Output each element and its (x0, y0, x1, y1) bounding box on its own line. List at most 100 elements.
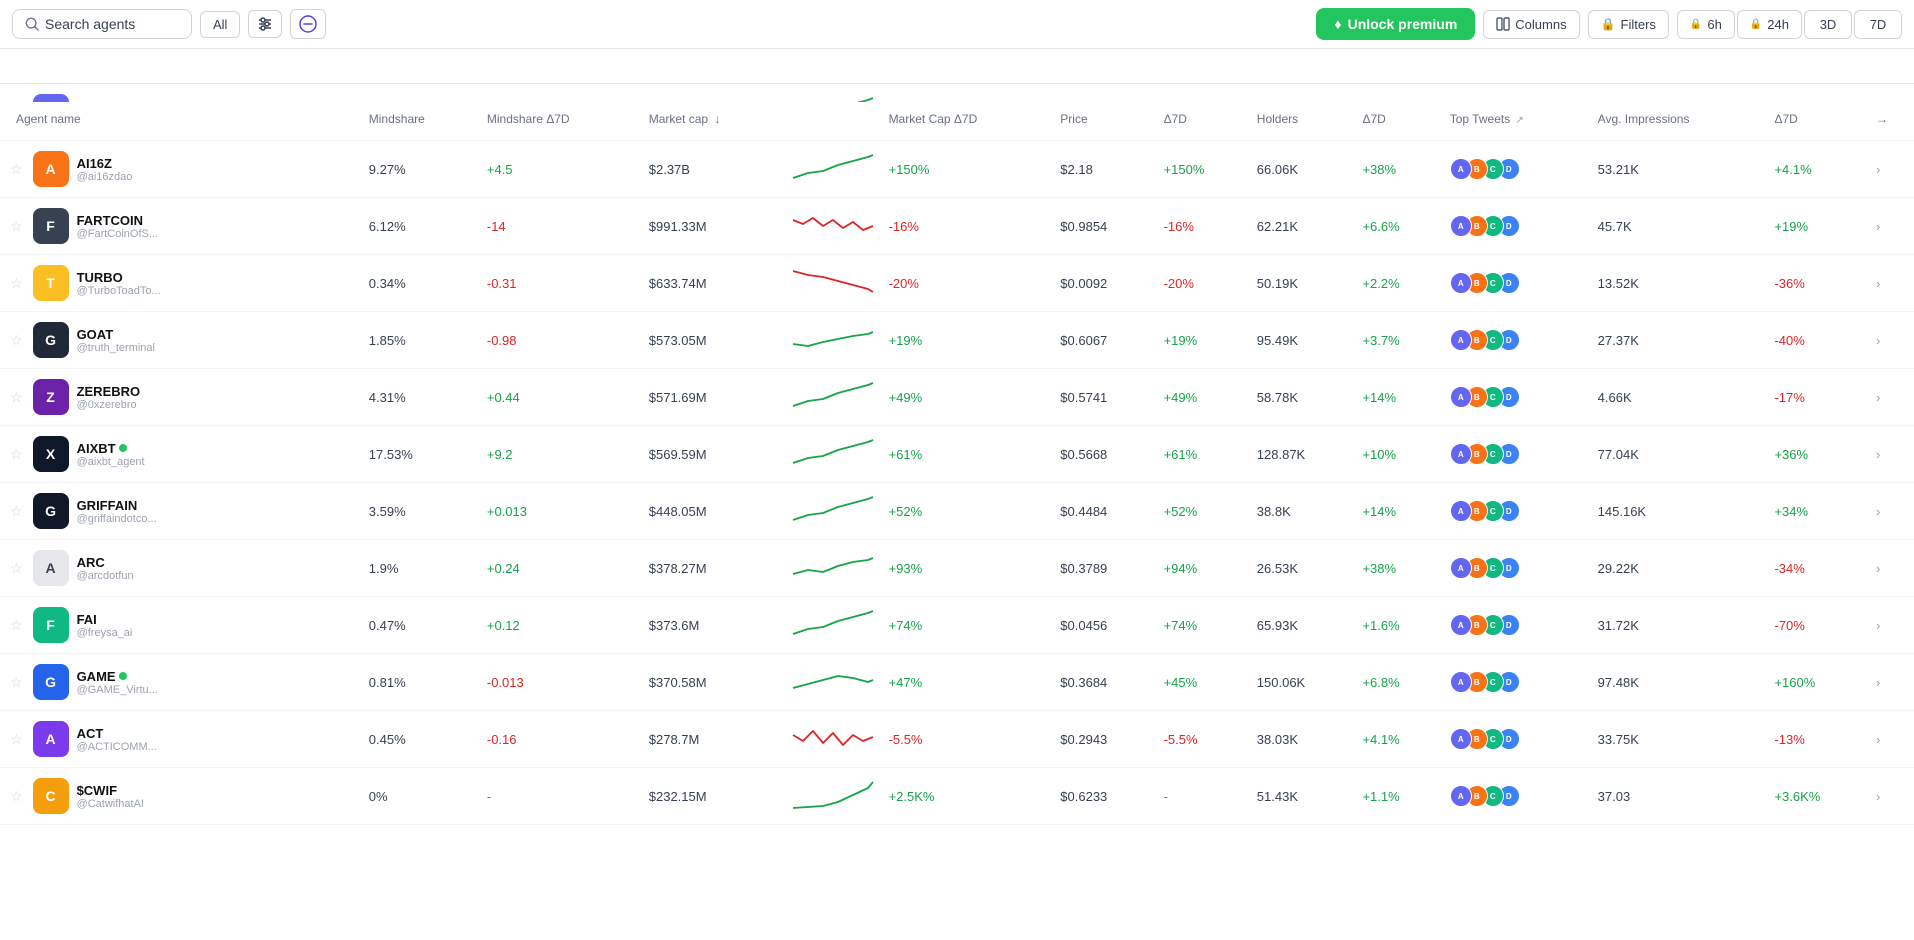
market-cap-value: $278.7M (641, 711, 785, 768)
price-delta-value: +49% (1156, 369, 1249, 426)
agent-cell: ☆ G GRIFFAIN @griffaindotco... (0, 483, 361, 540)
holders-delta-value: +14% (1354, 369, 1441, 426)
agent-cell: ☆ C $CWIF @CatwifhatAI (0, 768, 361, 825)
price-value: $0.5741 (1052, 369, 1155, 426)
star-button[interactable]: ☆ (8, 446, 25, 463)
star-button[interactable]: ☆ (8, 275, 25, 292)
all-filter-button[interactable]: All (200, 11, 240, 38)
table-row[interactable]: ☆ F FAI @freysa_ai 0.47% +0.12 $373.6M +… (0, 597, 1914, 654)
row-arrow[interactable]: › (1868, 141, 1914, 198)
time-6h-button[interactable]: 🔒 6h (1677, 10, 1735, 39)
unlock-premium-button[interactable]: ♦ Unlock premium (1316, 8, 1475, 40)
col-agent-name: Agent name (0, 102, 361, 137)
price-value: $0.5668 (1052, 426, 1155, 483)
agent-handle: @truth_terminal (77, 342, 155, 354)
star-button[interactable]: ☆ (8, 503, 25, 520)
market-cap-value: $448.05M (641, 483, 785, 540)
row-arrow[interactable]: › (1868, 426, 1914, 483)
table-row[interactable]: ☆ C $CWIF @CatwifhatAI 0% - $232.15M +2.… (0, 768, 1914, 825)
market-cap-delta-value: +49% (881, 369, 1053, 426)
lock-icon-24h: 🔒 (1750, 19, 1762, 30)
star-button[interactable]: ☆ (8, 389, 25, 406)
agent-avatar: A (33, 550, 69, 586)
row-arrow[interactable]: › (1868, 540, 1914, 597)
table-row[interactable]: ☆ G GOAT @truth_terminal 1.85% -0.98 $57… (0, 312, 1914, 369)
market-cap-delta-value: +52% (881, 483, 1053, 540)
search-bar[interactable]: Search agents (12, 9, 192, 39)
mindshare-value: 1.9% (361, 540, 479, 597)
avg-impressions-value: 37.03 (1590, 768, 1767, 825)
minus-circle-icon (299, 15, 317, 33)
agent-handle: @arcdotfun (77, 570, 134, 582)
table-row[interactable]: ☆ A AI16Z @ai16zdao 9.27% +4.5 $2.37B +1… (0, 141, 1914, 198)
table-row[interactable]: ☆ G GRIFFAIN @griffaindotco... 3.59% +0.… (0, 483, 1914, 540)
table-row[interactable]: ☆ A ARC @arcdotfun 1.9% +0.24 $378.27M +… (0, 540, 1914, 597)
top-tweets-cell: ABCD (1442, 768, 1590, 825)
mindshare-value: 1.85% (361, 312, 479, 369)
star-button[interactable]: ☆ (8, 788, 25, 805)
agent-info: TURBO @TurboToadTo... (77, 270, 161, 297)
table-row[interactable]: ☆ A ACT @ACTICOMM... 0.45% -0.16 $278.7M… (0, 711, 1914, 768)
table-row[interactable]: ☆ X AIXBT @aixbt_agent 17.53% +9.2 $569.… (0, 426, 1914, 483)
sparkline-chart (785, 597, 881, 654)
row-arrow[interactable]: › (1868, 597, 1914, 654)
agent-cell: ☆ G GAME @GAME_Virtu... (0, 654, 361, 711)
market-cap-value: $370.58M (641, 654, 785, 711)
table-row[interactable]: ☆ T TURBO @TurboToadTo... 0.34% -0.31 $6… (0, 255, 1914, 312)
star-button[interactable]: ☆ (8, 617, 25, 634)
row-arrow[interactable]: › (1868, 198, 1914, 255)
star-button[interactable]: ☆ (8, 731, 25, 748)
holders-value: 65.93K (1249, 597, 1355, 654)
row-arrow[interactable]: › (1868, 768, 1914, 825)
star-button[interactable]: ☆ (8, 560, 25, 577)
time-7d-button[interactable]: 7D (1854, 10, 1902, 39)
sparkline-chart (785, 426, 881, 483)
holders-value: 66.06K (1249, 141, 1355, 198)
col-top-tweets: Top Tweets ↗ (1442, 102, 1590, 137)
avg-impressions-value: 53.21K (1590, 141, 1767, 198)
agent-name-label: ACT (77, 726, 157, 741)
holders-delta-value: +4.1% (1354, 711, 1441, 768)
time-3d-button[interactable]: 3D (1804, 10, 1852, 39)
agent-handle: @FartCoinOfS... (77, 228, 158, 240)
row-arrow[interactable]: › (1868, 654, 1914, 711)
filter-icon-button[interactable] (248, 10, 282, 38)
price-delta-value: - (1156, 768, 1249, 825)
table-row[interactable]: ☆ Z ZEREBRO @0xzerebro 4.31% +0.44 $571.… (0, 369, 1914, 426)
columns-button[interactable]: Columns (1483, 10, 1579, 39)
mindshare-delta-value: +9.2 (479, 426, 641, 483)
col-holders-delta: Δ7D (1354, 102, 1441, 137)
price-delta-value: +45% (1156, 654, 1249, 711)
filters-button[interactable]: 🔒 Filters (1588, 10, 1669, 39)
row-arrow[interactable]: › (1868, 483, 1914, 540)
sparkline-chart (785, 141, 881, 198)
agent-name-label: AI16Z (77, 156, 133, 171)
col-market-cap[interactable]: Market cap ↓ (641, 102, 785, 137)
mindshare-delta-value: +0.44 (479, 369, 641, 426)
table-row[interactable]: ☆ F FARTCOIN @FartCoinOfS... 6.12% -14 $… (0, 198, 1914, 255)
agent-info: $CWIF @CatwifhatAI (77, 783, 144, 810)
top-tweets-cell: ABCD (1442, 540, 1590, 597)
row-arrow[interactable]: › (1868, 312, 1914, 369)
row-arrow[interactable]: › (1868, 369, 1914, 426)
market-cap-delta-value: +47% (881, 654, 1053, 711)
table-row[interactable]: ☆ G GAME @GAME_Virtu... 0.81% -0.013 $37… (0, 654, 1914, 711)
row-arrow[interactable]: › (1868, 255, 1914, 312)
impressions-delta-value: +36% (1766, 426, 1868, 483)
star-button[interactable]: ☆ (8, 332, 25, 349)
star-button[interactable]: ☆ (8, 218, 25, 235)
agent-handle: @ACTICOMM... (77, 741, 157, 753)
mindshare-value: 0.47% (361, 597, 479, 654)
price-delta-value: -20% (1156, 255, 1249, 312)
avg-impressions-value: 27.37K (1590, 312, 1767, 369)
time-24h-button[interactable]: 🔒 24h (1737, 10, 1802, 39)
star-button[interactable]: ☆ (8, 674, 25, 691)
row-arrow[interactable]: › (1868, 711, 1914, 768)
price-value: $0.6233 (1052, 768, 1155, 825)
minus-icon-button[interactable] (290, 9, 326, 39)
top-tweets-cell: ABCD (1442, 369, 1590, 426)
agent-cell: ☆ A ARC @arcdotfun (0, 540, 361, 597)
star-button[interactable]: ☆ (8, 161, 25, 178)
lock-icon-6h: 🔒 (1690, 19, 1702, 30)
impressions-delta-value: -17% (1766, 369, 1868, 426)
